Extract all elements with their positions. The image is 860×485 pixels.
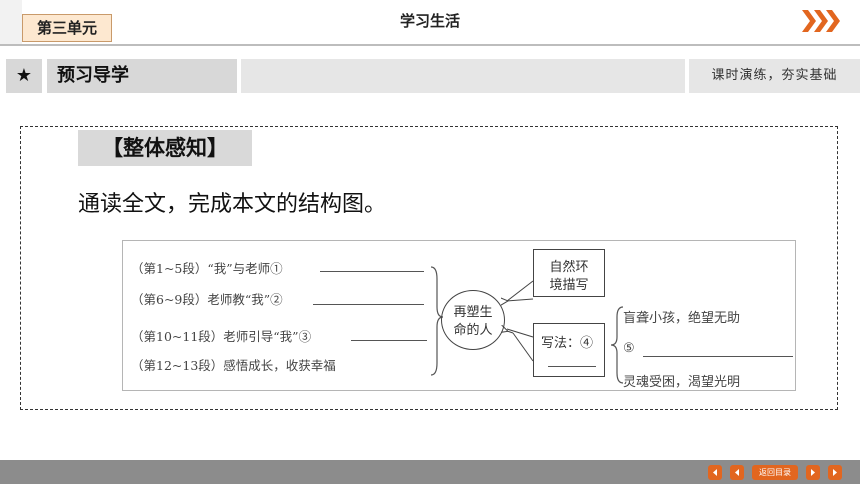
- last-page-icon[interactable]: [828, 465, 842, 480]
- trait-item-2: ⑤: [623, 341, 635, 356]
- header-divider: [0, 44, 860, 46]
- center-node: 再塑生 命的人: [441, 290, 505, 350]
- center-node-line-2: 命的人: [453, 323, 493, 338]
- instruction-text: 通读全文，完成本文的结构图。: [78, 192, 387, 217]
- trait-item-3: 灵魂受困，渴望光明: [623, 375, 741, 390]
- section-tag: 【整体感知】: [78, 130, 252, 166]
- section-bar-title: 预习导学: [47, 59, 237, 93]
- next-chevrons-icon[interactable]: [802, 8, 842, 34]
- trait-item-1: 盲聋小孩，绝望无助: [623, 311, 741, 326]
- method-box: 写法：④: [533, 323, 605, 377]
- diagram-item-1: （第1~5段）“我”与老师①: [131, 261, 283, 276]
- diagram-item-2: （第6~9段）老师教“我”②: [131, 292, 283, 307]
- unit-label: 第三单元: [22, 14, 112, 42]
- environment-box: 自然环 境描写: [533, 249, 605, 297]
- answer-blank-3[interactable]: [351, 340, 427, 341]
- unit-accent: [0, 0, 22, 45]
- next-page-icon[interactable]: [806, 465, 820, 480]
- first-page-icon[interactable]: [708, 465, 722, 480]
- diagram-item-4: （第12~13段）感悟成长，收获幸福: [131, 358, 336, 373]
- section-bar-spacer: [241, 59, 685, 93]
- environment-line-2: 境描写: [549, 278, 589, 293]
- star-icon: ★: [6, 59, 42, 93]
- answer-blank-5[interactable]: [643, 356, 793, 357]
- practice-link[interactable]: 课时演练，夯实基础: [689, 59, 860, 93]
- answer-blank-2[interactable]: [313, 304, 424, 305]
- back-to-toc-button[interactable]: 返回目录: [752, 465, 798, 480]
- diagram-item-3: （第10~11段）老师引导“我”③: [131, 329, 312, 344]
- prev-page-icon[interactable]: [730, 465, 744, 480]
- method-label: 写法：④: [541, 336, 594, 351]
- answer-blank-4[interactable]: [548, 366, 596, 367]
- page-title: 学习生活: [399, 12, 460, 30]
- environment-line-1: 自然环: [549, 260, 589, 275]
- structure-diagram: （第1~5段）“我”与老师① （第6~9段）老师教“我”② （第10~11段）老…: [122, 240, 796, 391]
- center-node-line-1: 再塑生: [453, 305, 493, 320]
- answer-blank-1[interactable]: [320, 271, 424, 272]
